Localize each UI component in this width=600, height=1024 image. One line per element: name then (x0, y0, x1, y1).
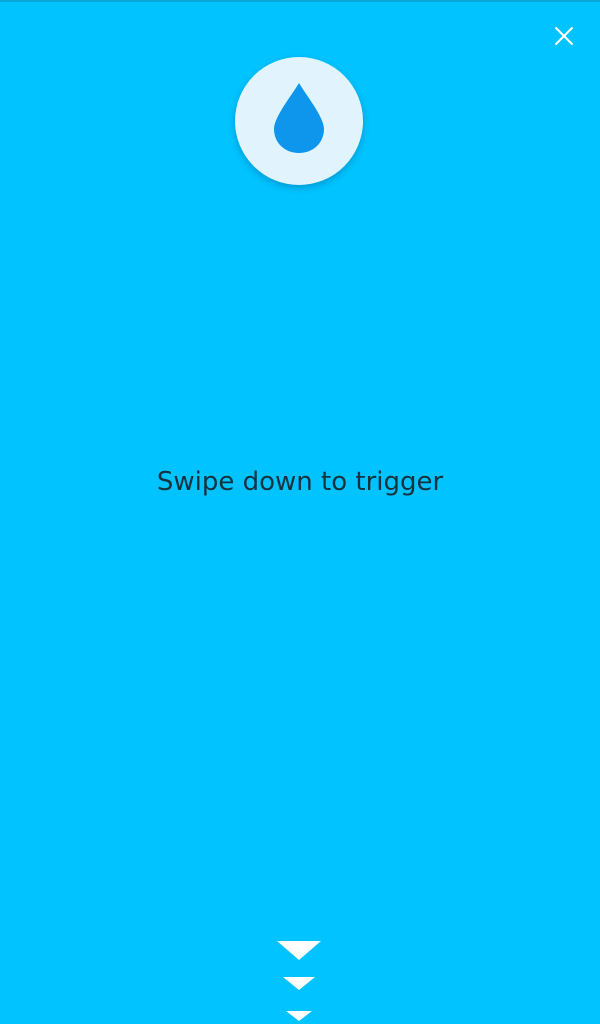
swipe-instruction: Swipe down to trigger (156, 467, 444, 497)
drop-badge (235, 57, 363, 185)
top-edge-divider (0, 0, 600, 2)
water-drop-icon (274, 83, 324, 153)
close-icon (555, 27, 573, 45)
close-button[interactable] (546, 18, 582, 54)
swipe-screen[interactable]: Swipe down to trigger (0, 0, 600, 1024)
chevron-down-icon (286, 1011, 312, 1021)
chevron-down-icon (277, 941, 321, 960)
chevron-down-icon (283, 977, 315, 990)
